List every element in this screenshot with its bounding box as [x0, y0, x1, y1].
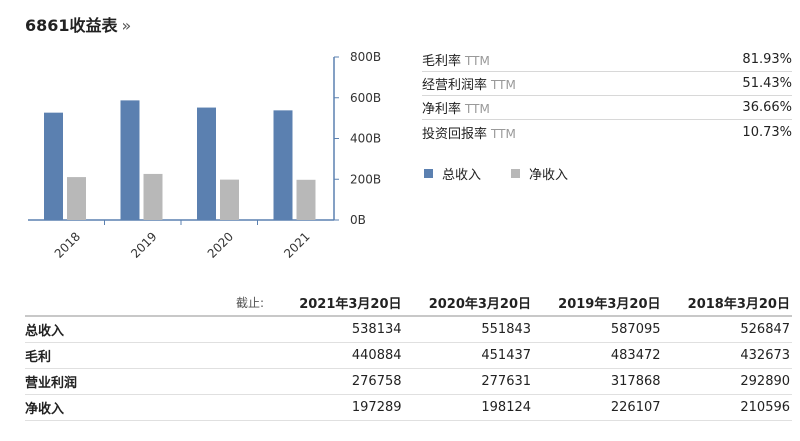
- bar-revenue: [120, 100, 140, 220]
- y-tick-label: 400B: [350, 132, 381, 146]
- ratio-name: 净利率: [422, 102, 462, 117]
- x-tick-label: 2021: [281, 229, 312, 260]
- table-row: 总收入 538134 551843 587095 526847: [25, 317, 792, 343]
- cell-value: 551843: [481, 322, 532, 337]
- y-tick-label: 200B: [350, 172, 381, 186]
- ratio-ttm: TTM: [465, 54, 490, 68]
- ratio-name: 毛利率: [422, 54, 462, 69]
- ratio-value: 10.73%: [742, 124, 792, 140]
- chevron-right-icon: »: [121, 16, 132, 35]
- row-label: 总收入: [25, 324, 65, 339]
- page-title[interactable]: 6861收益表»: [25, 12, 131, 36]
- y-tick-label: 0B: [350, 213, 366, 227]
- income-table: 截止: 2021年3月20日 2020年3月20日 2019年3月20日 201…: [25, 290, 792, 421]
- cell-value: 226107: [610, 400, 661, 415]
- ratio-value: 51.43%: [742, 76, 792, 91]
- ratio-value: 36.66%: [742, 100, 792, 115]
- legend-item-revenue[interactable]: 总收入: [424, 164, 481, 183]
- ratio-name: 投资回报率: [422, 126, 488, 142]
- legend-swatch-net-income: [511, 169, 521, 178]
- bar-net-income: [67, 177, 86, 220]
- cell-value: 432673: [740, 348, 791, 363]
- cell-value: 197289: [351, 400, 402, 415]
- ratio-ttm: TTM: [465, 102, 490, 116]
- legend-swatch-revenue: [424, 169, 433, 178]
- table-row: 净收入 197289 198124 226107 210596: [25, 395, 792, 421]
- row-label: 营业利润: [25, 376, 78, 391]
- bar-revenue: [197, 107, 216, 220]
- bar-revenue: [273, 110, 293, 220]
- legend-label: 总收入: [442, 168, 482, 183]
- ratio-row: 投资回报率 TTM 10.73%: [422, 120, 792, 144]
- cell-value: 451437: [481, 348, 532, 363]
- table-row: 营业利润 276758 277631 317868 292890: [25, 369, 792, 395]
- cell-value: 210596: [740, 400, 791, 415]
- table-row: 毛利 440884 451437 483472 432673: [25, 343, 792, 369]
- bar-net-income: [220, 179, 239, 220]
- ratio-ttm: TTM: [491, 126, 516, 141]
- ratio-row: 毛利率 TTM 81.93%: [422, 48, 792, 72]
- cell-value: 317868: [610, 374, 661, 389]
- cell-value: 292890: [740, 374, 791, 389]
- cell-value: 277631: [481, 374, 532, 389]
- revenue-chart: 0B 200B 400B 600B 800B 2018 2019 2020 2021: [28, 50, 381, 261]
- column-header: 2018年3月20日: [687, 297, 790, 312]
- row-label: 毛利: [25, 350, 52, 365]
- legend-label: 净收入: [529, 168, 569, 183]
- column-header: 2021年3月20日: [299, 297, 402, 312]
- cell-value: 483472: [610, 348, 661, 363]
- cell-value: 198124: [481, 400, 532, 415]
- ratio-name: 经营利润率: [422, 78, 488, 93]
- x-tick-label: 2019: [128, 229, 159, 260]
- bar-net-income: [296, 179, 316, 220]
- table-header-row: 截止: 2021年3月20日 2020年3月20日 2019年3月20日 201…: [25, 290, 792, 317]
- column-header: 2020年3月20日: [428, 297, 532, 312]
- cell-value: 440884: [351, 348, 402, 363]
- y-tick-label: 800B: [350, 50, 381, 64]
- cell-value: 526847: [740, 322, 791, 337]
- column-header: 2019年3月20日: [558, 297, 661, 312]
- bar-revenue: [44, 112, 63, 220]
- as-of-label: 截止:: [236, 296, 265, 310]
- page-title-text: 6861收益表: [25, 16, 118, 35]
- cell-value: 538134: [351, 322, 402, 337]
- ratio-row: 净利率 TTM 36.66%: [422, 96, 792, 120]
- x-tick-label: 2020: [205, 229, 236, 260]
- ratio-list: 毛利率 TTM 81.93% 经营利润率 TTM 51.43% 净利率 TTM 36.…: [422, 48, 792, 144]
- ratio-value: 81.93%: [742, 52, 792, 67]
- row-label: 净收入: [25, 402, 65, 417]
- ratio-ttm: TTM: [491, 78, 516, 92]
- cell-value: 587095: [610, 322, 661, 337]
- legend-item-net-income[interactable]: 净收入: [511, 164, 568, 183]
- cell-value: 276758: [351, 374, 402, 389]
- y-tick-label: 600B: [350, 91, 381, 105]
- chart-legend: 总收入 净收入: [424, 164, 598, 183]
- bar-net-income: [143, 173, 163, 220]
- ratio-row: 经营利润率 TTM 51.43%: [422, 72, 792, 96]
- x-tick-label: 2018: [52, 229, 83, 260]
